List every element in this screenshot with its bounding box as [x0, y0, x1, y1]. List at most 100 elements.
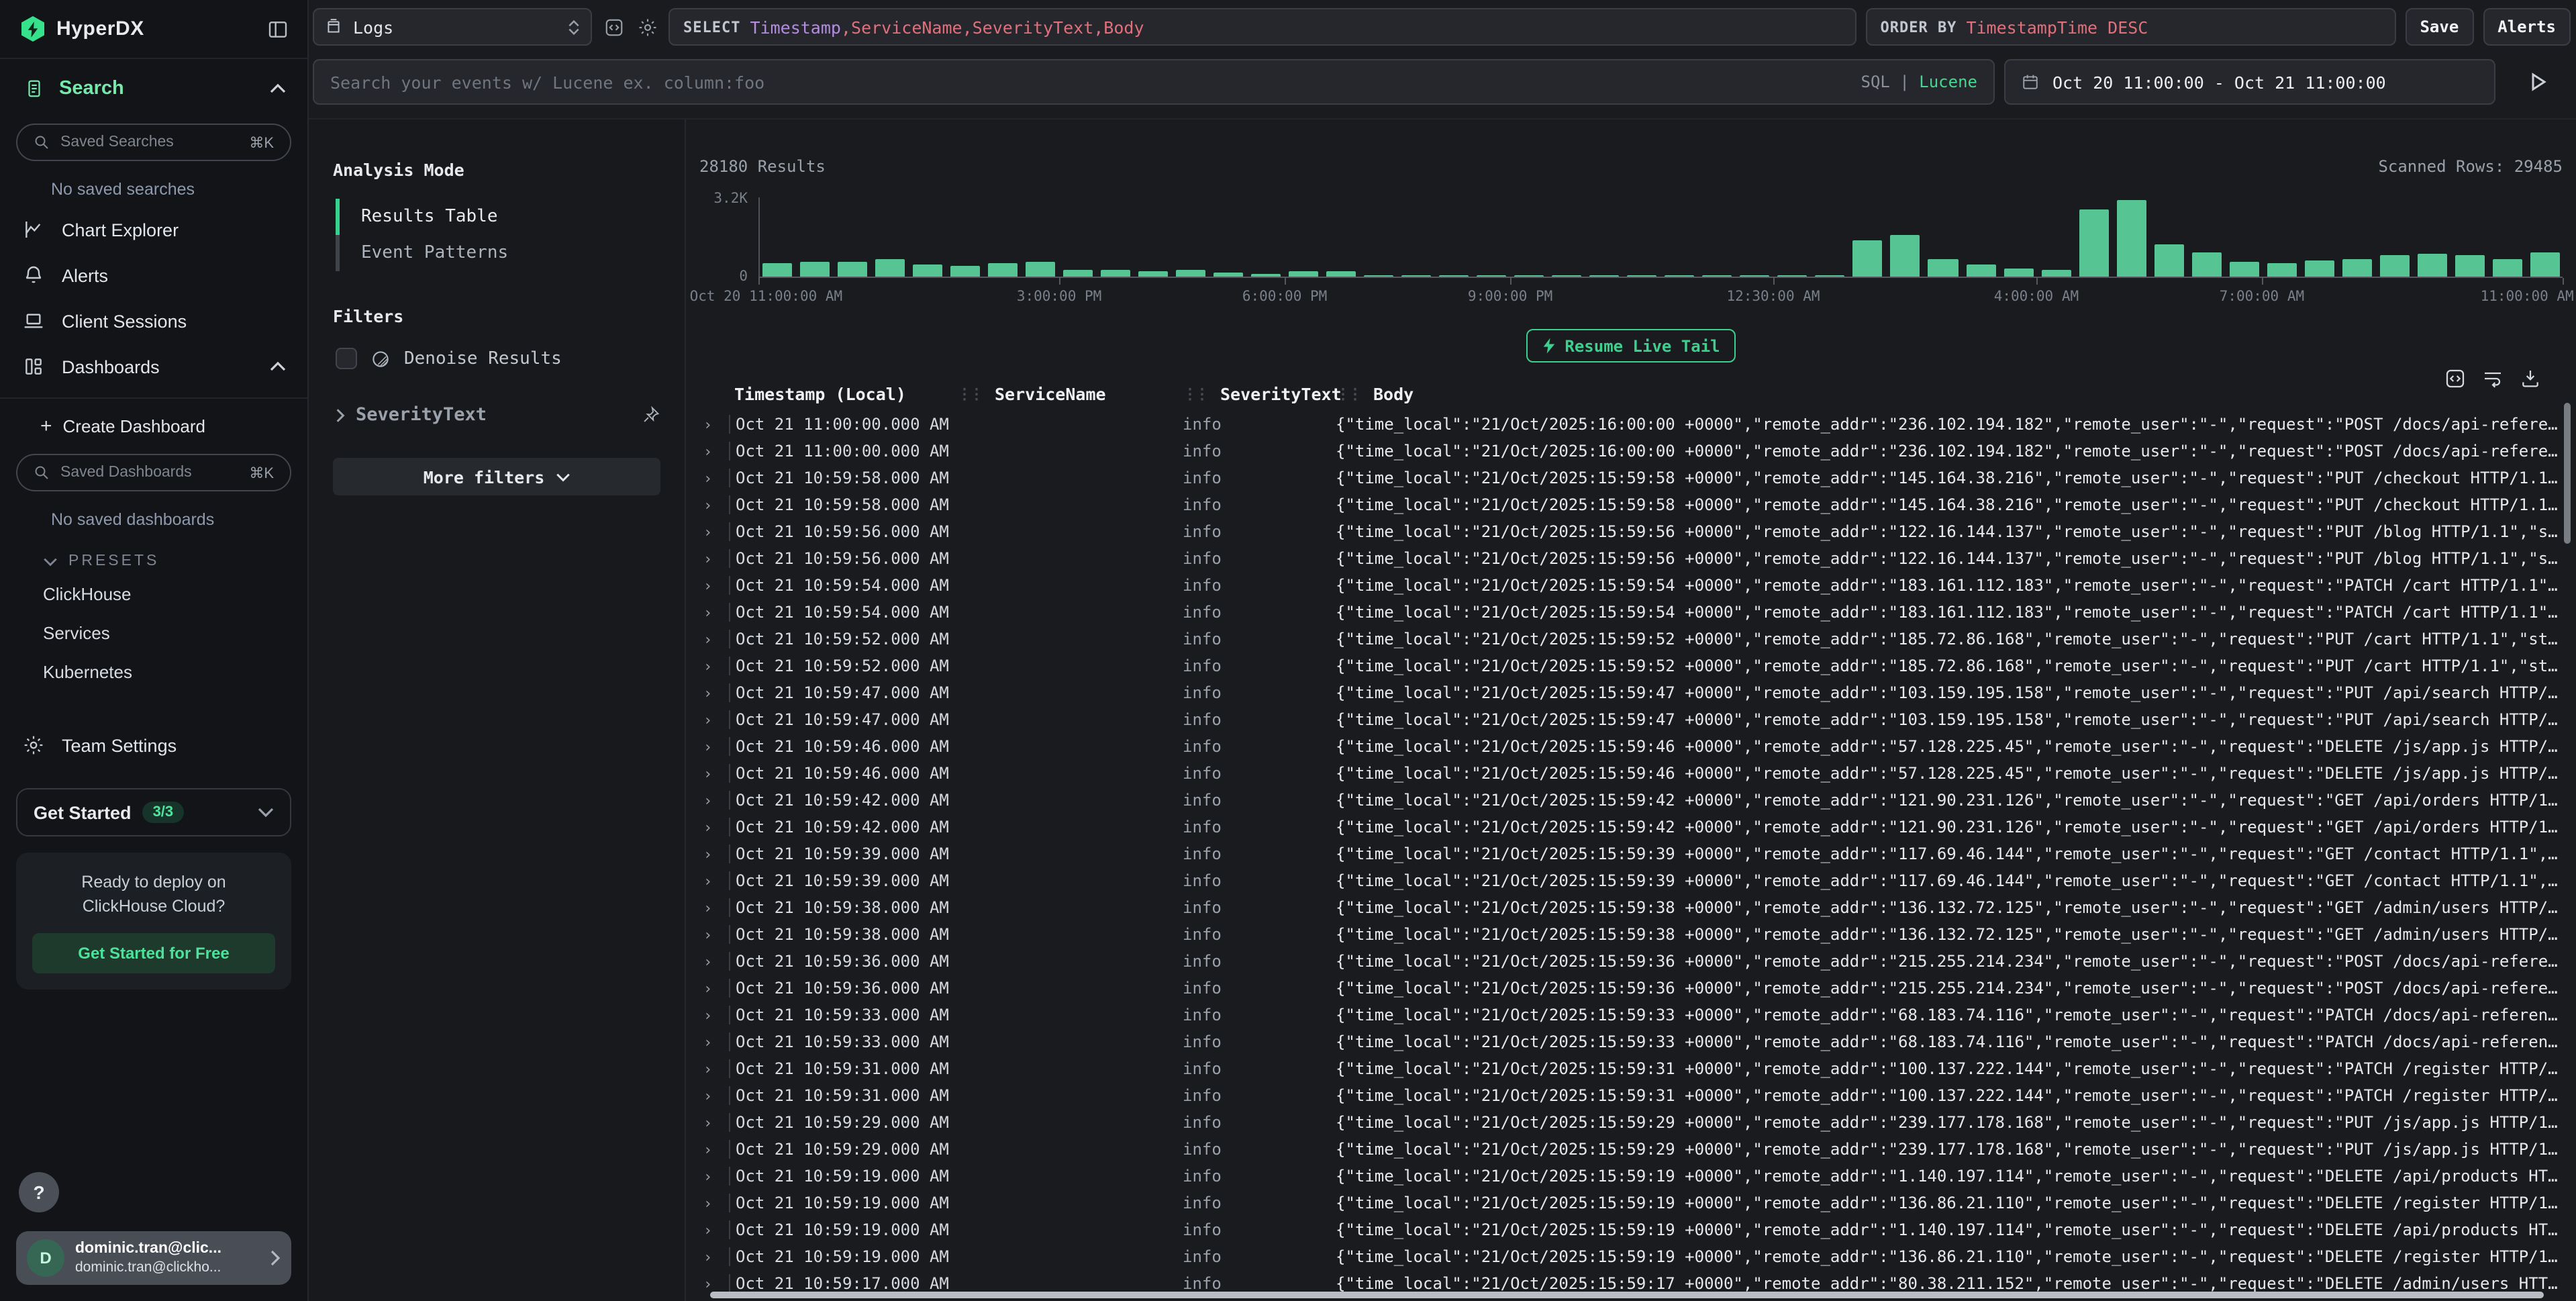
table-row[interactable]: › Oct 21 10:59:56.000 AM info {"time_loc… [699, 545, 2563, 572]
table-row[interactable]: › Oct 21 10:59:19.000 AM info {"time_loc… [699, 1216, 2563, 1243]
order-by-input[interactable]: ORDER BY TimestampTime DESC [1865, 8, 2395, 46]
row-expand-chevron-icon[interactable]: › [699, 469, 729, 487]
table-row[interactable]: › Oct 21 10:59:42.000 AM info {"time_loc… [699, 814, 2563, 840]
expand-json-view-icon[interactable] [2444, 368, 2466, 389]
table-row[interactable]: › Oct 21 10:59:38.000 AM info {"time_loc… [699, 921, 2563, 948]
histogram-bar[interactable] [2455, 255, 2484, 278]
row-expand-chevron-icon[interactable]: › [699, 630, 729, 648]
alerts-button[interactable]: Alerts [2483, 8, 2571, 46]
table-row[interactable]: › Oct 21 10:59:33.000 AM info {"time_loc… [699, 1028, 2563, 1055]
histogram-bar[interactable] [2342, 259, 2371, 278]
row-expand-chevron-icon[interactable]: › [699, 496, 729, 514]
lang-lucene[interactable]: Lucene [1919, 73, 1977, 91]
denoise-results-toggle[interactable]: Denoise Results [336, 348, 660, 369]
denoise-checkbox[interactable] [336, 348, 357, 369]
row-expand-chevron-icon[interactable]: › [699, 1194, 729, 1212]
column-header-body[interactable]: ⋮⋮Body [1336, 383, 2563, 403]
row-expand-chevron-icon[interactable]: › [699, 845, 729, 863]
row-expand-chevron-icon[interactable]: › [699, 765, 729, 782]
table-row[interactable]: › Oct 21 10:59:38.000 AM info {"time_loc… [699, 894, 2563, 921]
histogram-bar[interactable] [800, 262, 830, 278]
row-expand-chevron-icon[interactable]: › [699, 791, 729, 809]
table-row[interactable]: › Oct 21 10:59:36.000 AM info {"time_loc… [699, 948, 2563, 975]
histogram-bar[interactable] [1928, 259, 1958, 278]
table-row[interactable]: › Oct 21 10:59:58.000 AM info {"time_loc… [699, 465, 2563, 491]
table-row[interactable]: › Oct 21 10:59:36.000 AM info {"time_loc… [699, 975, 2563, 1002]
code-view-button[interactable] [601, 12, 626, 42]
histogram-bar[interactable] [1853, 240, 1883, 278]
table-row[interactable]: › Oct 21 11:00:00.000 AM info {"time_loc… [699, 438, 2563, 465]
query-language-toggle[interactable]: SQL | Lucene [1861, 73, 1978, 91]
source-select[interactable]: Logs [313, 8, 592, 46]
table-row[interactable]: › Oct 21 10:59:19.000 AM info {"time_loc… [699, 1243, 2563, 1270]
histogram-bar[interactable] [2379, 255, 2409, 278]
select-columns-input[interactable]: SELECT Timestamp,ServiceName,SeverityTex… [668, 8, 1856, 46]
severity-filter-group[interactable]: SeverityText [336, 404, 660, 426]
histogram-bar[interactable] [2154, 244, 2183, 278]
row-expand-chevron-icon[interactable]: › [699, 657, 729, 675]
table-row[interactable]: › Oct 21 10:59:52.000 AM info {"time_loc… [699, 626, 2563, 653]
lang-sql[interactable]: SQL [1861, 73, 1890, 91]
table-row[interactable]: › Oct 21 10:59:46.000 AM info {"time_loc… [699, 733, 2563, 760]
horizontal-scrollbar[interactable] [710, 1292, 2544, 1298]
resume-live-tail-button[interactable]: Resume Live Tail [1526, 329, 1736, 363]
event-search-input[interactable]: Search your events w/ Lucene ex. column:… [313, 59, 1995, 105]
histogram-bar[interactable] [762, 263, 792, 278]
sidebar-item-team-settings[interactable]: Team Settings [0, 721, 307, 769]
row-expand-chevron-icon[interactable]: › [699, 577, 729, 594]
table-row[interactable]: › Oct 21 10:59:54.000 AM info {"time_loc… [699, 572, 2563, 599]
row-expand-chevron-icon[interactable]: › [699, 818, 729, 836]
row-expand-chevron-icon[interactable]: › [699, 416, 729, 433]
more-filters-button[interactable]: More filters [333, 458, 660, 495]
row-expand-chevron-icon[interactable]: › [699, 1060, 729, 1077]
row-expand-chevron-icon[interactable]: › [699, 926, 729, 943]
row-expand-chevron-icon[interactable]: › [699, 953, 729, 970]
column-header-timestamp[interactable]: Timestamp (Local) [729, 383, 957, 403]
sidebar-item-clickhouse[interactable]: ClickHouse [0, 575, 307, 614]
settings-gear-icon[interactable] [635, 12, 659, 42]
table-row[interactable]: › Oct 21 10:59:19.000 AM info {"time_loc… [699, 1163, 2563, 1190]
presets-toggle[interactable]: PRESETS [0, 537, 307, 575]
row-expand-chevron-icon[interactable]: › [699, 523, 729, 540]
table-row[interactable]: › Oct 21 10:59:33.000 AM info {"time_loc… [699, 1002, 2563, 1028]
table-row[interactable]: › Oct 21 10:59:19.000 AM info {"time_loc… [699, 1190, 2563, 1216]
row-expand-chevron-icon[interactable]: › [699, 1006, 729, 1024]
histogram-bar[interactable] [2304, 260, 2334, 278]
row-expand-chevron-icon[interactable]: › [699, 1248, 729, 1265]
saved-dashboards-input[interactable]: Saved Dashboards ⌘K [16, 454, 291, 491]
histogram-bar[interactable] [838, 262, 867, 278]
row-expand-chevron-icon[interactable]: › [699, 1033, 729, 1051]
table-row[interactable]: › Oct 21 10:59:54.000 AM info {"time_loc… [699, 599, 2563, 626]
date-range-picker[interactable]: Oct 20 11:00:00 - Oct 21 11:00:00 [2004, 59, 2495, 105]
column-drag-handle[interactable]: ⋮⋮ [1183, 385, 1207, 402]
sidebar-item-services[interactable]: Services [0, 614, 307, 653]
table-row[interactable]: › Oct 21 10:59:29.000 AM info {"time_loc… [699, 1109, 2563, 1136]
get-started-free-button[interactable]: Get Started for Free [32, 934, 275, 974]
table-row[interactable]: › Oct 21 10:59:31.000 AM info {"time_loc… [699, 1082, 2563, 1109]
sidebar-item-dashboards[interactable]: Dashboards [0, 344, 307, 389]
histogram-bar[interactable] [875, 259, 905, 278]
histogram-plot[interactable] [758, 197, 2563, 278]
table-row[interactable]: › Oct 21 10:59:29.000 AM info {"time_loc… [699, 1136, 2563, 1163]
row-expand-chevron-icon[interactable]: › [699, 550, 729, 567]
row-expand-chevron-icon[interactable]: › [699, 1167, 729, 1185]
vertical-scrollbar[interactable] [2564, 403, 2571, 544]
histogram-bar[interactable] [2229, 262, 2259, 278]
user-menu[interactable]: D dominic.tran@clic... dominic.tran@clic… [16, 1231, 291, 1285]
column-header-servicename[interactable]: ⋮⋮ServiceName [957, 383, 1183, 403]
row-expand-chevron-icon[interactable]: › [699, 1141, 729, 1158]
row-expand-chevron-icon[interactable]: › [699, 442, 729, 460]
histogram-bar[interactable] [2191, 252, 2221, 278]
row-expand-chevron-icon[interactable]: › [699, 738, 729, 755]
sidebar-item-search[interactable]: Search [0, 59, 307, 113]
row-expand-chevron-icon[interactable]: › [699, 604, 729, 621]
row-expand-chevron-icon[interactable]: › [699, 1114, 729, 1131]
table-row[interactable]: › Oct 21 10:59:39.000 AM info {"time_loc… [699, 867, 2563, 894]
histogram-bar[interactable] [2267, 263, 2296, 278]
table-row[interactable]: › Oct 21 11:00:00.000 AM info {"time_loc… [699, 411, 2563, 438]
table-row[interactable]: › Oct 21 10:59:56.000 AM info {"time_loc… [699, 518, 2563, 545]
mode-results-table[interactable]: Results Table [336, 199, 660, 235]
sidebar-collapse-icon[interactable] [267, 18, 289, 40]
pin-icon[interactable] [642, 405, 660, 424]
row-expand-chevron-icon[interactable]: › [699, 1275, 729, 1292]
